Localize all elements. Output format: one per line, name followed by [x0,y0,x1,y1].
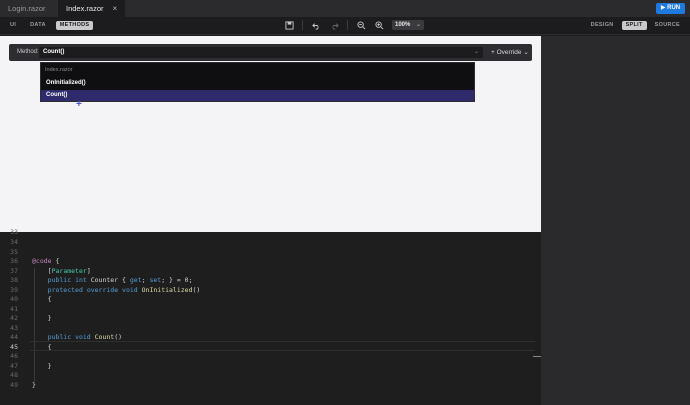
method-selected-value: Count() [43,49,65,55]
tab-data[interactable]: DATA [26,21,50,30]
tab-methods[interactable]: METHODS [55,21,94,30]
zoom-select[interactable]: 100% ⌄ [392,20,424,30]
code-line: 47 } [0,362,541,372]
code-line: 46 [0,352,541,362]
view-toggle-left: UI DATA METHODS [6,21,94,30]
line-number: 40 [10,295,18,303]
code-line: 43 [0,324,541,334]
code-text: public int Counter { get; set; } = 0; [47,276,193,284]
line-number: 45 [10,342,18,351]
code-line: 33 [0,228,541,238]
code-line: 39 protected override void OnInitialized… [0,286,541,296]
code-line: 37 [Parameter] [0,267,541,277]
code-line: 48 [0,371,541,381]
line-number: 46 [10,352,18,360]
code-line: 36 @code { [0,257,541,267]
save-icon[interactable] [284,20,294,30]
play-icon: ▶ [660,5,666,11]
code-text: } [32,361,52,370]
toolbar: UI DATA METHODS 100% ⌄ DESIGN SPLIT SOURC… [0,17,690,35]
code-line: 45 { [0,343,541,353]
plus-icon: + [491,49,495,56]
method-dropdown: Index.razor OnInitialized() Count() [40,62,475,102]
line-number: 49 [10,380,18,389]
tab-design[interactable]: DESIGN [587,21,618,30]
tab-ui[interactable]: UI [6,21,20,30]
code-line: 41 [0,305,541,315]
editor-tools: 100% ⌄ [284,20,424,30]
view-toggle-right: DESIGN SPLIT SOURCE [587,21,684,30]
properties-panel [541,36,690,405]
close-icon[interactable]: × [113,4,118,13]
code-text: @code { [32,257,60,265]
run-label: RUN [667,5,681,11]
tab-label: Index.razor [66,4,104,13]
code-line: 44 public void Count() [0,333,541,343]
code-editor[interactable]: 33 34 35 36 @code { 37 [Parameter] 38 pub… [0,228,541,405]
zoom-in-icon[interactable] [374,20,384,30]
line-number: 36 [10,257,18,265]
add-element-icon[interactable]: + [76,100,82,110]
line-number: 41 [10,304,18,313]
override-button[interactable]: + Override ⌄ [491,44,529,61]
code-line: 40 { [0,295,541,305]
method-select[interactable]: Count() ⌄ [39,47,483,58]
zoom-out-icon[interactable] [356,20,366,30]
tab-login-razor[interactable]: Login.razor [0,0,54,17]
code-text: } [32,314,52,322]
run-button[interactable]: ▶ RUN [656,3,685,14]
line-number: 47 [10,361,18,370]
line-number: 38 [10,276,18,284]
code-line: 35 [0,248,541,258]
code-line: 42 } [0,314,541,324]
code-text: { [32,295,52,303]
chevron-down-icon: ⌄ [473,49,479,55]
code-text: { [32,342,52,351]
dropdown-item-oninitialized[interactable]: OnInitialized() [41,78,474,89]
chevron-down-icon: ⌄ [523,49,529,56]
divider [347,20,348,30]
tab-bar: Login.razor Index.razor × ▶ RUN [0,0,690,17]
dropdown-header: Index.razor [45,67,73,73]
line-number: 33 [10,228,18,236]
zoom-value: 100% [395,22,411,28]
code-line: 38 public int Counter { get; set; } = 0; [0,276,541,286]
dropdown-item-count[interactable]: Count() [41,90,474,101]
line-number: 44 [10,333,18,341]
method-bar: Method: Count() ⌄ + Override ⌄ [9,44,532,61]
tab-index-razor[interactable]: Index.razor × [58,0,126,17]
divider [302,20,303,30]
override-label: Override [496,49,522,56]
code-text: public void Count() [47,333,123,341]
tab-split[interactable]: SPLIT [621,21,647,30]
line-number: 35 [10,247,18,256]
code-line: 34 [0,238,541,248]
code-line: 49} [0,381,541,391]
chevron-down-icon: ⌄ [415,22,421,28]
code-text: [Parameter] [32,266,91,275]
undo-icon[interactable] [311,20,321,30]
line-number: 37 [10,266,18,275]
line-number: 34 [10,238,18,246]
code-text: } [32,380,36,389]
line-number: 39 [10,285,18,294]
redo-icon[interactable] [329,20,339,30]
tab-label: Login.razor [8,4,46,13]
tab-source[interactable]: SOURCE [651,21,684,30]
method-label: Method: [17,49,39,55]
code-text: protected override void OnInitialized() [47,285,201,294]
line-number: 42 [10,314,18,322]
line-number: 43 [10,323,18,332]
line-number: 48 [10,371,18,379]
